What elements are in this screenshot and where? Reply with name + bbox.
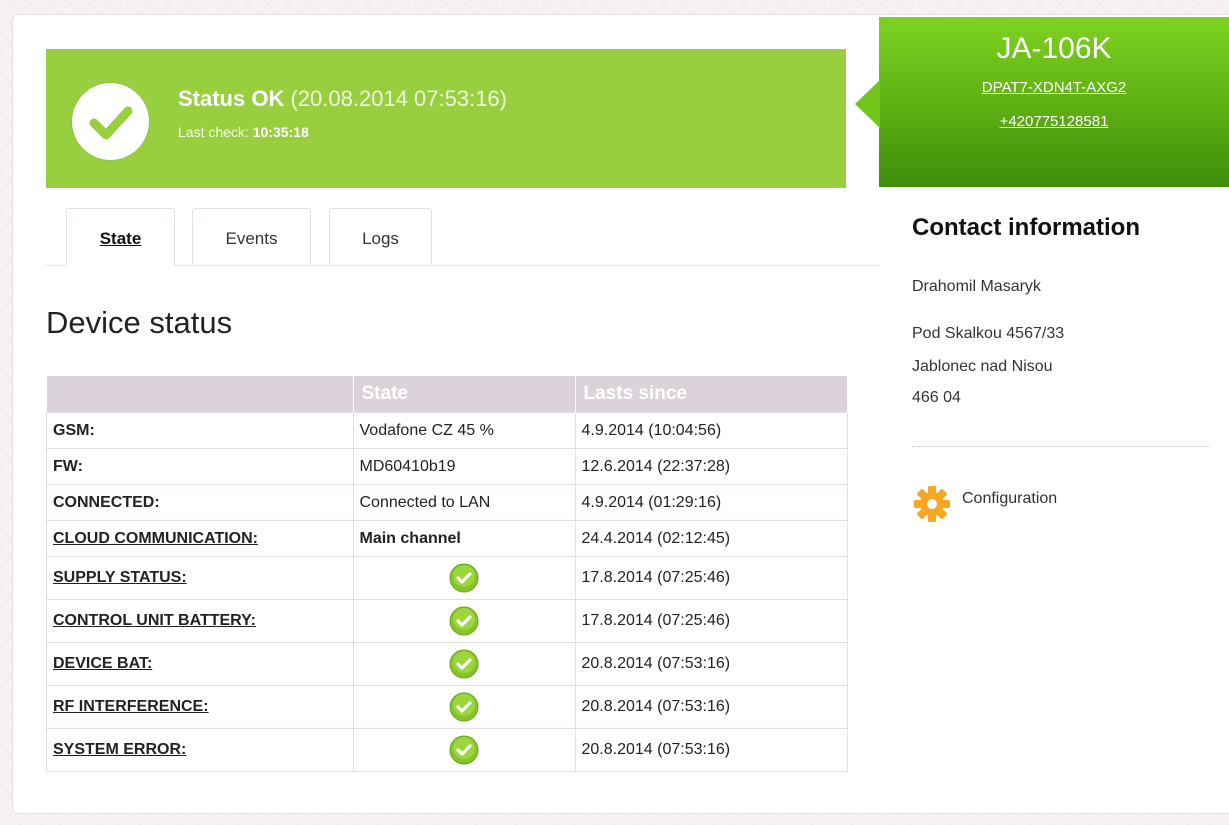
check-circle-icon [449,563,479,593]
table-row: CONTROL UNIT BATTERY: 17.8.2014 (07:25:4… [46,599,848,643]
device-status-table: State Lasts since GSM: Vodafone CZ 45 % … [46,376,848,772]
table-row: CLOUD COMMUNICATION: Main channel 24.4.2… [46,520,848,557]
column-header-lasts-since: Lasts since [575,376,848,413]
row-since: 4.9.2014 (01:29:16) [574,484,848,521]
row-name-link[interactable]: SYSTEM ERROR: [46,728,354,772]
row-since: 20.8.2014 (07:53:16) [574,642,848,686]
row-since: 17.8.2014 (07:25:46) [574,556,848,600]
row-state [352,728,576,772]
table-row: SYSTEM ERROR: 20.8.2014 (07:53:16) [46,728,848,772]
tab-events[interactable]: Events [192,208,311,265]
row-name-link[interactable]: CONTROL UNIT BATTERY: [46,599,354,643]
row-state [352,599,576,643]
contact-title: Contact information [912,214,1140,241]
contact-name: Drahomil Masaryk [912,278,1041,295]
tab-logs[interactable]: Logs [329,208,432,265]
row-state [352,556,576,600]
column-header-name [46,376,354,413]
contact-street: Pod Skalkou 4567/33 [912,325,1065,342]
check-circle-icon [449,692,479,722]
column-header-state: State [353,376,576,413]
row-name: CONNECTED: [46,484,354,521]
row-state: Connected to LAN [352,484,576,521]
check-circle-icon [449,735,479,765]
configuration-link[interactable]: Configuration [910,484,1057,524]
row-since: 12.6.2014 (22:37:28) [574,448,848,485]
status-datetime: (20.08.2014 07:53:16) [290,86,507,111]
table-row: SUPPLY STATUS: 17.8.2014 (07:25:46) [46,556,848,600]
row-name-link[interactable]: SUPPLY STATUS: [46,556,354,600]
table-header-row: State Lasts since [46,376,848,413]
row-name-link[interactable]: CLOUD COMMUNICATION: [46,520,354,557]
gear-icon [914,486,950,522]
row-since: 4.9.2014 (10:04:56) [574,412,848,449]
configuration-label: Configuration [962,490,1058,507]
check-circle-icon [449,606,479,636]
contact-divider [912,446,1210,447]
row-name: GSM: [46,412,354,449]
row-since: 20.8.2014 (07:53:16) [574,728,848,772]
status-banner [46,49,846,188]
device-header-pointer [855,80,880,128]
status-title: Status OK (20.08.2014 07:53:16) [178,86,507,112]
row-state: Main channel [352,520,576,557]
row-since: 24.4.2014 (02:12:45) [574,520,848,557]
row-since: 17.8.2014 (07:25:46) [574,599,848,643]
device-name: JA-106K [996,32,1112,65]
contact-city: Jablonec nad Nisou [912,358,1053,375]
row-name-link[interactable]: RF INTERFERENCE: [46,685,354,729]
device-code-link[interactable]: DPAT7-XDN4T-AXG2 [879,79,1229,96]
tab-state[interactable]: State [66,208,175,266]
table-row: FW: MD60410b19 12.6.2014 (22:37:28) [46,448,848,485]
status-ok-icon [72,83,149,160]
table-row: GSM: Vodafone CZ 45 % 4.9.2014 (10:04:56… [46,412,848,449]
row-state: MD60410b19 [352,448,576,485]
contact-zip: 466 04 [912,389,961,406]
row-state [352,642,576,686]
last-check: Last check: 10:35:18 [178,124,309,140]
row-name-link[interactable]: DEVICE BAT: [46,642,354,686]
last-check-label: Last check: [178,124,249,140]
row-name: FW: [46,448,354,485]
row-state [352,685,576,729]
page-title: Device status [46,305,233,340]
check-circle-icon [449,649,479,679]
last-check-time: 10:35:18 [252,124,309,140]
status-text: Status OK [178,86,285,111]
row-since: 20.8.2014 (07:53:16) [574,685,848,729]
table-row: DEVICE BAT: 20.8.2014 (07:53:16) [46,642,848,686]
device-phone-link[interactable]: +420775128581 [879,113,1229,130]
table-row: CONNECTED: Connected to LAN 4.9.2014 (01… [46,484,848,521]
table-row: RF INTERFERENCE: 20.8.2014 (07:53:16) [46,685,848,729]
row-state: Vodafone CZ 45 % [352,412,576,449]
